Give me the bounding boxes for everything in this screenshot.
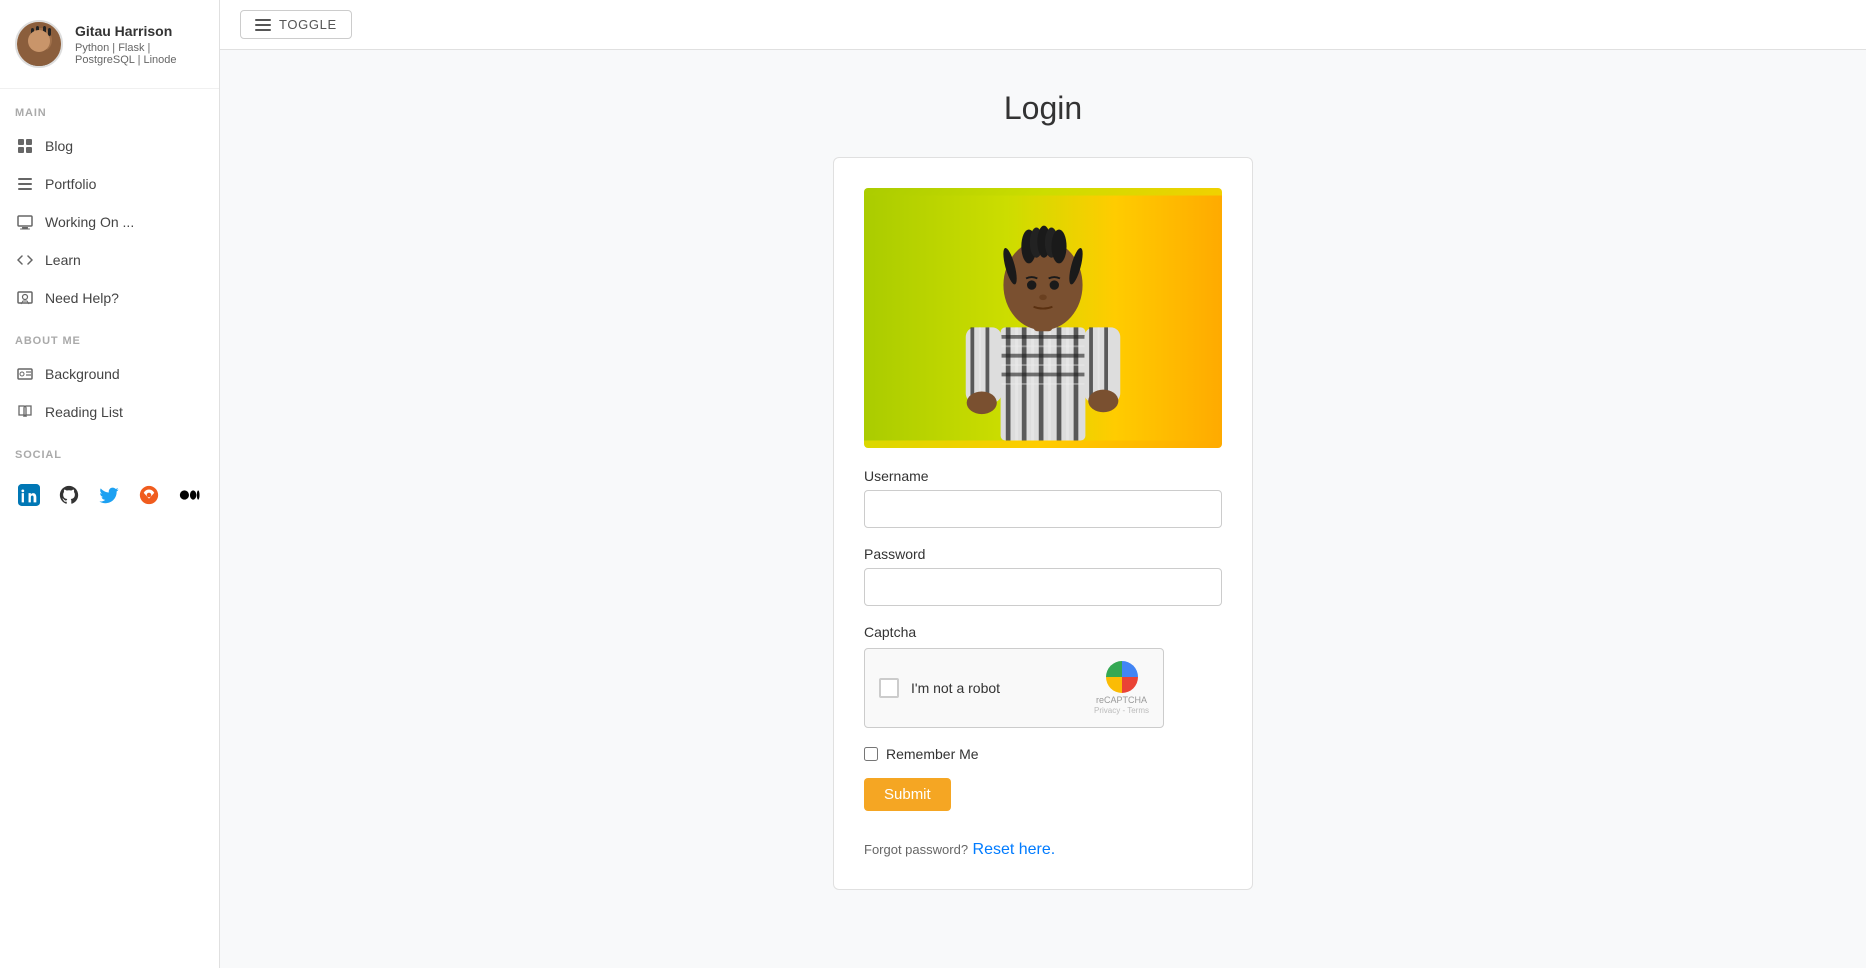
profile-tags: Python | Flask | PostgreSQL | Linode [75,42,204,66]
twitter-icon[interactable] [95,481,123,509]
sidebar-item-background[interactable]: Background [0,355,219,393]
sidebar-item-learn-label: Learn [45,252,81,268]
page-body: Login [220,50,1866,968]
captcha-box[interactable]: I'm not a robot reCAPTCHA Privacy - Term… [864,648,1164,728]
sidebar-profile: Gitau Harrison Python | Flask | PostgreS… [0,0,219,89]
page-title: Login [593,90,1493,127]
username-group: Username [864,468,1222,528]
profile-image [864,188,1222,448]
sidebar-item-portfolio-label: Portfolio [45,176,96,192]
captcha-text: I'm not a robot [911,680,1000,696]
sidebar-section-about-label: ABOUT ME [0,317,219,355]
sidebar-item-need-help[interactable]: Need Help? [0,279,219,317]
recaptcha-privacy: Privacy - Terms [1094,706,1149,715]
monitor-icon [15,212,35,232]
reset-link[interactable]: Reset here. [973,841,1056,858]
social-icons-group [0,469,219,521]
sidebar-item-background-label: Background [45,366,120,382]
sidebar-section-main-label: MAIN [0,89,219,127]
password-label: Password [864,546,1222,562]
recaptcha-logo-area: reCAPTCHA Privacy - Terms [1094,661,1149,715]
avatar [15,20,63,68]
captcha-label: Captcha [864,624,1222,640]
password-input[interactable] [864,568,1222,606]
captcha-checkbox[interactable] [879,678,899,698]
sidebar-item-working-on[interactable]: Working On ... [0,203,219,241]
sidebar-item-blog-label: Blog [45,138,73,154]
remember-me-label: Remember Me [886,746,979,762]
sidebar-item-learn[interactable]: Learn [0,241,219,279]
submit-area: Submit [864,778,1222,827]
login-container: Username Password Captcha [833,157,1253,890]
username-input[interactable] [864,490,1222,528]
help-icon [15,288,35,308]
recaptcha-logo-icon [1106,661,1138,693]
main-content: Toggle Login [220,0,1866,968]
forgot-password-area: Forgot password? Reset here. [864,841,1222,859]
forgot-password-text: Forgot password? [864,842,968,857]
id-card-icon [15,364,35,384]
toggle-button[interactable]: Toggle [240,10,352,39]
sidebar-item-blog[interactable]: Blog [0,127,219,165]
submit-button[interactable]: Submit [864,778,951,811]
remember-me-group: Remember Me [864,746,1222,762]
book-icon [15,402,35,422]
code-icon [15,250,35,270]
remember-me-checkbox[interactable] [864,747,878,761]
sidebar-item-portfolio[interactable]: Portfolio [0,165,219,203]
list-icon [15,174,35,194]
hashnode-icon[interactable] [135,481,163,509]
profile-name: Gitau Harrison [75,23,204,39]
github-icon[interactable] [55,481,83,509]
sidebar-section-social-label: SOCIAL [0,431,219,469]
sidebar-item-working-on-label: Working On ... [45,214,134,230]
grid-icon [15,136,35,156]
username-label: Username [864,468,1222,484]
profile-info: Gitau Harrison Python | Flask | PostgreS… [75,23,204,66]
sidebar-item-need-help-label: Need Help? [45,290,119,306]
password-group: Password [864,546,1222,606]
captcha-group: Captcha I'm not a robot reCAPTCHA Privac… [864,624,1222,728]
linkedin-icon[interactable] [15,481,43,509]
medium-icon[interactable] [175,481,203,509]
sidebar: Gitau Harrison Python | Flask | PostgreS… [0,0,220,968]
hamburger-icon [255,19,271,31]
sidebar-item-reading-list[interactable]: Reading List [0,393,219,431]
recaptcha-label: reCAPTCHA [1096,695,1147,706]
toggle-label: Toggle [279,17,337,32]
sidebar-item-reading-list-label: Reading List [45,404,123,420]
topbar: Toggle [220,0,1866,50]
